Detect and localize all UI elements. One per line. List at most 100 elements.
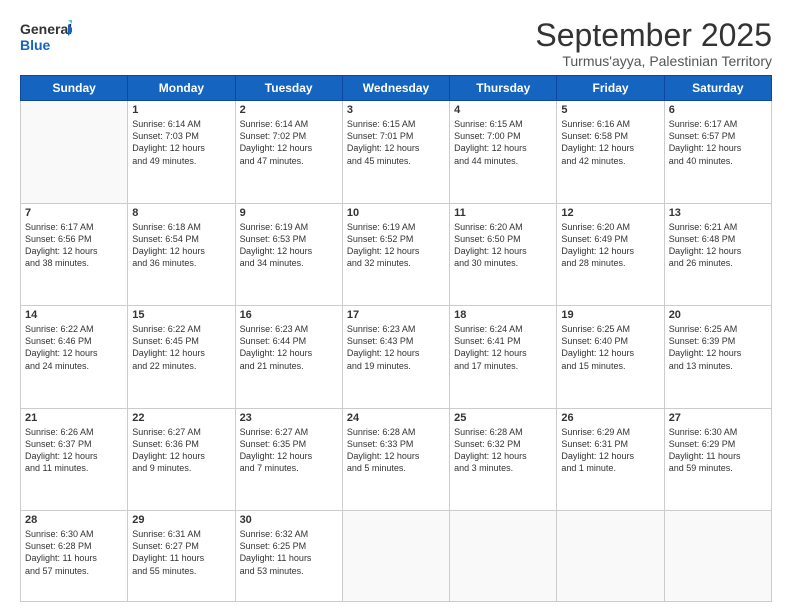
cell-content: Sunrise: 6:21 AM Sunset: 6:48 PM Dayligh… <box>669 221 767 270</box>
cell-content: Sunrise: 6:23 AM Sunset: 6:43 PM Dayligh… <box>347 323 445 372</box>
day-number: 17 <box>347 309 445 321</box>
logo: General Blue <box>20 18 72 54</box>
cell-content: Sunrise: 6:17 AM Sunset: 6:56 PM Dayligh… <box>25 221 123 270</box>
cell-content: Sunrise: 6:20 AM Sunset: 6:49 PM Dayligh… <box>561 221 659 270</box>
cell-content: Sunrise: 6:14 AM Sunset: 7:02 PM Dayligh… <box>240 118 338 167</box>
table-row <box>21 101 128 203</box>
cell-content: Sunrise: 6:25 AM Sunset: 6:40 PM Dayligh… <box>561 323 659 372</box>
svg-text:Blue: Blue <box>20 37 51 53</box>
cell-content: Sunrise: 6:32 AM Sunset: 6:25 PM Dayligh… <box>240 528 338 577</box>
cell-content: Sunrise: 6:27 AM Sunset: 6:36 PM Dayligh… <box>132 426 230 475</box>
cell-content: Sunrise: 6:30 AM Sunset: 6:29 PM Dayligh… <box>669 426 767 475</box>
logo-svg: General Blue <box>20 18 72 54</box>
table-row: 21 Sunrise: 6:26 AM Sunset: 6:37 PM Dayli… <box>21 408 128 510</box>
month-title: September 2025 <box>535 18 772 53</box>
table-row: 15Sunrise: 6:22 AM Sunset: 6:45 PM Dayli… <box>128 306 235 408</box>
day-number: 28 <box>25 514 123 526</box>
calendar-week-row: 28 Sunrise: 6:30 AM Sunset: 6:28 PM Dayli… <box>21 511 772 602</box>
col-tuesday: Tuesday <box>235 76 342 101</box>
table-row <box>557 511 664 602</box>
table-row <box>664 511 771 602</box>
day-number: 8 <box>132 207 230 219</box>
day-number: 14 <box>25 309 123 321</box>
table-row: 6Sunrise: 6:17 AM Sunset: 6:57 PM Daylig… <box>664 101 771 203</box>
day-number: 2 <box>240 104 338 116</box>
day-number: 12 <box>561 207 659 219</box>
table-row: 10 Sunrise: 6:19 AM Sunset: 6:52 PM Dayli… <box>342 203 449 305</box>
calendar-header-row: Sunday Monday Tuesday Wednesday Thursday… <box>21 76 772 101</box>
col-thursday: Thursday <box>450 76 557 101</box>
calendar-week-row: 21 Sunrise: 6:26 AM Sunset: 6:37 PM Dayli… <box>21 408 772 510</box>
table-row: 28 Sunrise: 6:30 AM Sunset: 6:28 PM Dayli… <box>21 511 128 602</box>
col-sunday: Sunday <box>21 76 128 101</box>
day-number: 5 <box>561 104 659 116</box>
cell-content: Sunrise: 6:30 AM Sunset: 6:28 PM Dayligh… <box>25 528 123 577</box>
cell-content: Sunrise: 6:15 AM Sunset: 7:00 PM Dayligh… <box>454 118 552 167</box>
day-number: 25 <box>454 412 552 424</box>
day-number: 10 <box>347 207 445 219</box>
table-row: 23 Sunrise: 6:27 AM Sunset: 6:35 PM Dayli… <box>235 408 342 510</box>
header: General Blue September 2025 Turmus'ayya,… <box>20 18 772 69</box>
day-number: 9 <box>240 207 338 219</box>
cell-content: Sunrise: 6:22 AM Sunset: 6:45 PM Dayligh… <box>132 323 230 372</box>
calendar-week-row: 1Sunrise: 6:14 AM Sunset: 7:03 PM Daylig… <box>21 101 772 203</box>
day-number: 20 <box>669 309 767 321</box>
cell-content: Sunrise: 6:16 AM Sunset: 6:58 PM Dayligh… <box>561 118 659 167</box>
table-row: 30 Sunrise: 6:32 AM Sunset: 6:25 PM Dayli… <box>235 511 342 602</box>
cell-content: Sunrise: 6:26 AM Sunset: 6:37 PM Dayligh… <box>25 426 123 475</box>
cell-content: Sunrise: 6:19 AM Sunset: 6:53 PM Dayligh… <box>240 221 338 270</box>
col-monday: Monday <box>128 76 235 101</box>
table-row: 20 Sunrise: 6:25 AM Sunset: 6:39 PM Dayli… <box>664 306 771 408</box>
cell-content: Sunrise: 6:31 AM Sunset: 6:27 PM Dayligh… <box>132 528 230 577</box>
subtitle: Turmus'ayya, Palestinian Territory <box>535 53 772 69</box>
cell-content: Sunrise: 6:17 AM Sunset: 6:57 PM Dayligh… <box>669 118 767 167</box>
day-number: 19 <box>561 309 659 321</box>
table-row: 19 Sunrise: 6:25 AM Sunset: 6:40 PM Dayli… <box>557 306 664 408</box>
calendar-table: Sunday Monday Tuesday Wednesday Thursday… <box>20 75 772 602</box>
table-row: 2 Sunrise: 6:14 AM Sunset: 7:02 PM Daylig… <box>235 101 342 203</box>
cell-content: Sunrise: 6:28 AM Sunset: 6:32 PM Dayligh… <box>454 426 552 475</box>
table-row: 13 Sunrise: 6:21 AM Sunset: 6:48 PM Dayli… <box>664 203 771 305</box>
day-number: 22 <box>132 412 230 424</box>
col-saturday: Saturday <box>664 76 771 101</box>
day-number: 3 <box>347 104 445 116</box>
calendar-week-row: 7 Sunrise: 6:17 AM Sunset: 6:56 PM Daylig… <box>21 203 772 305</box>
table-row: 4 Sunrise: 6:15 AM Sunset: 7:00 PM Daylig… <box>450 101 557 203</box>
table-row: 27Sunrise: 6:30 AM Sunset: 6:29 PM Dayli… <box>664 408 771 510</box>
svg-text:General: General <box>20 21 72 37</box>
table-row: 25 Sunrise: 6:28 AM Sunset: 6:32 PM Dayli… <box>450 408 557 510</box>
table-row: 11 Sunrise: 6:20 AM Sunset: 6:50 PM Dayli… <box>450 203 557 305</box>
day-number: 11 <box>454 207 552 219</box>
cell-content: Sunrise: 6:25 AM Sunset: 6:39 PM Dayligh… <box>669 323 767 372</box>
cell-content: Sunrise: 6:22 AM Sunset: 6:46 PM Dayligh… <box>25 323 123 372</box>
cell-content: Sunrise: 6:29 AM Sunset: 6:31 PM Dayligh… <box>561 426 659 475</box>
table-row: 24 Sunrise: 6:28 AM Sunset: 6:33 PM Dayli… <box>342 408 449 510</box>
day-number: 16 <box>240 309 338 321</box>
cell-content: Sunrise: 6:20 AM Sunset: 6:50 PM Dayligh… <box>454 221 552 270</box>
table-row: 8Sunrise: 6:18 AM Sunset: 6:54 PM Daylig… <box>128 203 235 305</box>
table-row: 3Sunrise: 6:15 AM Sunset: 7:01 PM Daylig… <box>342 101 449 203</box>
cell-content: Sunrise: 6:23 AM Sunset: 6:44 PM Dayligh… <box>240 323 338 372</box>
title-area: September 2025 Turmus'ayya, Palestinian … <box>535 18 772 69</box>
table-row: 12 Sunrise: 6:20 AM Sunset: 6:49 PM Dayli… <box>557 203 664 305</box>
cell-content: Sunrise: 6:27 AM Sunset: 6:35 PM Dayligh… <box>240 426 338 475</box>
table-row: 1Sunrise: 6:14 AM Sunset: 7:03 PM Daylig… <box>128 101 235 203</box>
cell-content: Sunrise: 6:19 AM Sunset: 6:52 PM Dayligh… <box>347 221 445 270</box>
day-number: 18 <box>454 309 552 321</box>
day-number: 23 <box>240 412 338 424</box>
day-number: 26 <box>561 412 659 424</box>
day-number: 4 <box>454 104 552 116</box>
table-row: 5 Sunrise: 6:16 AM Sunset: 6:58 PM Daylig… <box>557 101 664 203</box>
table-row <box>450 511 557 602</box>
cell-content: Sunrise: 6:28 AM Sunset: 6:33 PM Dayligh… <box>347 426 445 475</box>
day-number: 24 <box>347 412 445 424</box>
day-number: 30 <box>240 514 338 526</box>
day-number: 7 <box>25 207 123 219</box>
cell-content: Sunrise: 6:14 AM Sunset: 7:03 PM Dayligh… <box>132 118 230 167</box>
col-friday: Friday <box>557 76 664 101</box>
table-row: 26 Sunrise: 6:29 AM Sunset: 6:31 PM Dayli… <box>557 408 664 510</box>
table-row: 9 Sunrise: 6:19 AM Sunset: 6:53 PM Daylig… <box>235 203 342 305</box>
day-number: 21 <box>25 412 123 424</box>
table-row: 14 Sunrise: 6:22 AM Sunset: 6:46 PM Dayli… <box>21 306 128 408</box>
day-number: 13 <box>669 207 767 219</box>
